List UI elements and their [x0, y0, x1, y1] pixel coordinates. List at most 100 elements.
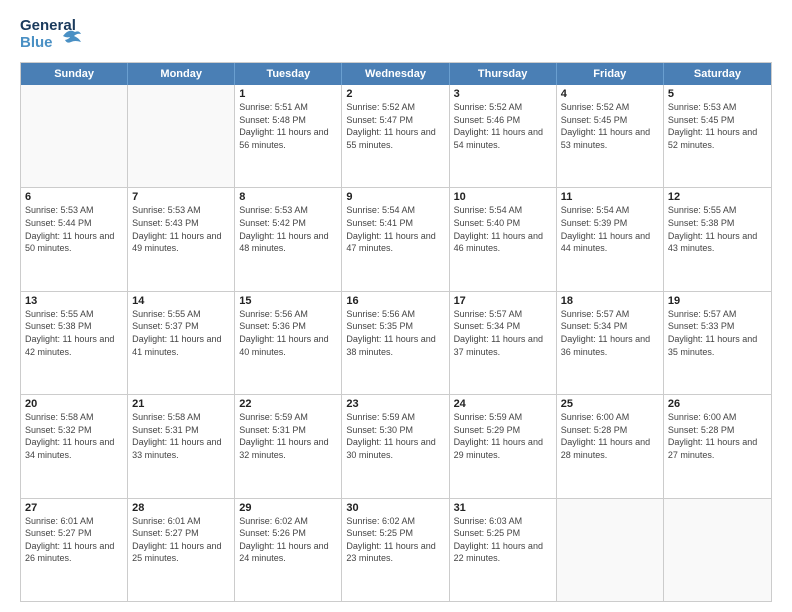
cell-info: Sunrise: 5:59 AM Sunset: 5:30 PM Dayligh… — [346, 411, 444, 461]
cell-date: 28 — [132, 502, 230, 514]
cell-info: Sunrise: 5:54 AM Sunset: 5:41 PM Dayligh… — [346, 204, 444, 254]
cell-date: 8 — [239, 191, 337, 203]
cell-date: 16 — [346, 295, 444, 307]
cell-info: Sunrise: 5:55 AM Sunset: 5:37 PM Dayligh… — [132, 308, 230, 358]
calendar: SundayMondayTuesdayWednesdayThursdayFrid… — [20, 62, 772, 602]
calendar-body: 1Sunrise: 5:51 AM Sunset: 5:48 PM Daylig… — [21, 85, 771, 601]
calendar-cell-empty-0-1 — [128, 85, 235, 187]
cell-info: Sunrise: 6:02 AM Sunset: 5:26 PM Dayligh… — [239, 515, 337, 565]
cell-date: 4 — [561, 88, 659, 100]
calendar-cell-31: 31Sunrise: 6:03 AM Sunset: 5:25 PM Dayli… — [450, 499, 557, 601]
cell-info: Sunrise: 5:53 AM Sunset: 5:43 PM Dayligh… — [132, 204, 230, 254]
cell-date: 14 — [132, 295, 230, 307]
logo-general: General — [20, 17, 76, 34]
calendar-cell-1: 1Sunrise: 5:51 AM Sunset: 5:48 PM Daylig… — [235, 85, 342, 187]
calendar-cell-11: 11Sunrise: 5:54 AM Sunset: 5:39 PM Dayli… — [557, 188, 664, 290]
cell-info: Sunrise: 5:59 AM Sunset: 5:29 PM Dayligh… — [454, 411, 552, 461]
calendar-cell-empty-0-0 — [21, 85, 128, 187]
cell-date: 18 — [561, 295, 659, 307]
cell-info: Sunrise: 5:57 AM Sunset: 5:33 PM Dayligh… — [668, 308, 767, 358]
cell-date: 9 — [346, 191, 444, 203]
page-header: General Blue — [20, 18, 772, 54]
calendar-cell-28: 28Sunrise: 6:01 AM Sunset: 5:27 PM Dayli… — [128, 499, 235, 601]
calendar-cell-13: 13Sunrise: 5:55 AM Sunset: 5:38 PM Dayli… — [21, 292, 128, 394]
cell-info: Sunrise: 5:59 AM Sunset: 5:31 PM Dayligh… — [239, 411, 337, 461]
calendar-cell-17: 17Sunrise: 5:57 AM Sunset: 5:34 PM Dayli… — [450, 292, 557, 394]
cell-info: Sunrise: 6:02 AM Sunset: 5:25 PM Dayligh… — [346, 515, 444, 565]
cell-info: Sunrise: 5:55 AM Sunset: 5:38 PM Dayligh… — [25, 308, 123, 358]
calendar-cell-5: 5Sunrise: 5:53 AM Sunset: 5:45 PM Daylig… — [664, 85, 771, 187]
calendar-cell-empty-4-6 — [664, 499, 771, 601]
calendar-cell-12: 12Sunrise: 5:55 AM Sunset: 5:38 PM Dayli… — [664, 188, 771, 290]
cell-date: 10 — [454, 191, 552, 203]
cell-date: 20 — [25, 398, 123, 410]
calendar-cell-7: 7Sunrise: 5:53 AM Sunset: 5:43 PM Daylig… — [128, 188, 235, 290]
cell-info: Sunrise: 5:53 AM Sunset: 5:45 PM Dayligh… — [668, 101, 767, 151]
cell-info: Sunrise: 5:52 AM Sunset: 5:46 PM Dayligh… — [454, 101, 552, 151]
cell-date: 6 — [25, 191, 123, 203]
cell-info: Sunrise: 5:55 AM Sunset: 5:38 PM Dayligh… — [668, 204, 767, 254]
cell-info: Sunrise: 5:51 AM Sunset: 5:48 PM Dayligh… — [239, 101, 337, 151]
cell-info: Sunrise: 6:01 AM Sunset: 5:27 PM Dayligh… — [132, 515, 230, 565]
cell-info: Sunrise: 5:54 AM Sunset: 5:39 PM Dayligh… — [561, 204, 659, 254]
cell-date: 24 — [454, 398, 552, 410]
calendar-cell-21: 21Sunrise: 5:58 AM Sunset: 5:31 PM Dayli… — [128, 395, 235, 497]
cell-info: Sunrise: 5:54 AM Sunset: 5:40 PM Dayligh… — [454, 204, 552, 254]
cell-info: Sunrise: 5:57 AM Sunset: 5:34 PM Dayligh… — [561, 308, 659, 358]
calendar-cell-22: 22Sunrise: 5:59 AM Sunset: 5:31 PM Dayli… — [235, 395, 342, 497]
cell-date: 7 — [132, 191, 230, 203]
cell-date: 23 — [346, 398, 444, 410]
calendar-cell-16: 16Sunrise: 5:56 AM Sunset: 5:35 PM Dayli… — [342, 292, 449, 394]
calendar-row-4: 20Sunrise: 5:58 AM Sunset: 5:32 PM Dayli… — [21, 394, 771, 497]
weekday-header-friday: Friday — [557, 63, 664, 85]
cell-date: 25 — [561, 398, 659, 410]
cell-info: Sunrise: 6:03 AM Sunset: 5:25 PM Dayligh… — [454, 515, 552, 565]
cell-date: 22 — [239, 398, 337, 410]
weekday-header-thursday: Thursday — [450, 63, 557, 85]
calendar-cell-23: 23Sunrise: 5:59 AM Sunset: 5:30 PM Dayli… — [342, 395, 449, 497]
weekday-header-sunday: Sunday — [21, 63, 128, 85]
weekday-header-saturday: Saturday — [664, 63, 771, 85]
cell-date: 13 — [25, 295, 123, 307]
calendar-cell-empty-4-5 — [557, 499, 664, 601]
calendar-cell-9: 9Sunrise: 5:54 AM Sunset: 5:41 PM Daylig… — [342, 188, 449, 290]
cell-info: Sunrise: 5:56 AM Sunset: 5:35 PM Dayligh… — [346, 308, 444, 358]
logo-blue: Blue — [20, 34, 53, 51]
calendar-cell-30: 30Sunrise: 6:02 AM Sunset: 5:25 PM Dayli… — [342, 499, 449, 601]
calendar-cell-14: 14Sunrise: 5:55 AM Sunset: 5:37 PM Dayli… — [128, 292, 235, 394]
weekday-header-tuesday: Tuesday — [235, 63, 342, 85]
calendar-page: General Blue SundayMondayTuesdayWednesda… — [0, 0, 792, 612]
weekday-header-wednesday: Wednesday — [342, 63, 449, 85]
calendar-row-1: 1Sunrise: 5:51 AM Sunset: 5:48 PM Daylig… — [21, 85, 771, 187]
calendar-row-2: 6Sunrise: 5:53 AM Sunset: 5:44 PM Daylig… — [21, 187, 771, 290]
cell-date: 30 — [346, 502, 444, 514]
cell-date: 27 — [25, 502, 123, 514]
cell-info: Sunrise: 5:53 AM Sunset: 5:44 PM Dayligh… — [25, 204, 123, 254]
calendar-cell-18: 18Sunrise: 5:57 AM Sunset: 5:34 PM Dayli… — [557, 292, 664, 394]
calendar-cell-24: 24Sunrise: 5:59 AM Sunset: 5:29 PM Dayli… — [450, 395, 557, 497]
calendar-cell-8: 8Sunrise: 5:53 AM Sunset: 5:42 PM Daylig… — [235, 188, 342, 290]
cell-date: 29 — [239, 502, 337, 514]
cell-date: 2 — [346, 88, 444, 100]
cell-date: 31 — [454, 502, 552, 514]
cell-date: 3 — [454, 88, 552, 100]
calendar-cell-19: 19Sunrise: 5:57 AM Sunset: 5:33 PM Dayli… — [664, 292, 771, 394]
cell-info: Sunrise: 5:58 AM Sunset: 5:32 PM Dayligh… — [25, 411, 123, 461]
calendar-cell-2: 2Sunrise: 5:52 AM Sunset: 5:47 PM Daylig… — [342, 85, 449, 187]
calendar-cell-26: 26Sunrise: 6:00 AM Sunset: 5:28 PM Dayli… — [664, 395, 771, 497]
cell-date: 21 — [132, 398, 230, 410]
calendar-cell-27: 27Sunrise: 6:01 AM Sunset: 5:27 PM Dayli… — [21, 499, 128, 601]
calendar-cell-20: 20Sunrise: 5:58 AM Sunset: 5:32 PM Dayli… — [21, 395, 128, 497]
calendar-row-5: 27 Sunrise: 6:01 AM Sunset: 5:27 PM Dayli… — [21, 498, 771, 601]
calendar-cell-4: 4Sunrise: 5:52 AM Sunset: 5:45 PM Daylig… — [557, 85, 664, 187]
cell-date: 19 — [668, 295, 767, 307]
calendar-header: SundayMondayTuesdayWednesdayThursdayFrid… — [21, 63, 771, 85]
calendar-row-3: 13Sunrise: 5:55 AM Sunset: 5:38 PM Dayli… — [21, 291, 771, 394]
cell-date: 11 — [561, 191, 659, 203]
cell-date: 5 — [668, 88, 767, 100]
cell-date: 12 — [668, 191, 767, 203]
calendar-cell-29: 29Sunrise: 6:02 AM Sunset: 5:26 PM Dayli… — [235, 499, 342, 601]
cell-date: 1 — [239, 88, 337, 100]
calendar-cell-3: 3Sunrise: 5:52 AM Sunset: 5:46 PM Daylig… — [450, 85, 557, 187]
weekday-header-monday: Monday — [128, 63, 235, 85]
